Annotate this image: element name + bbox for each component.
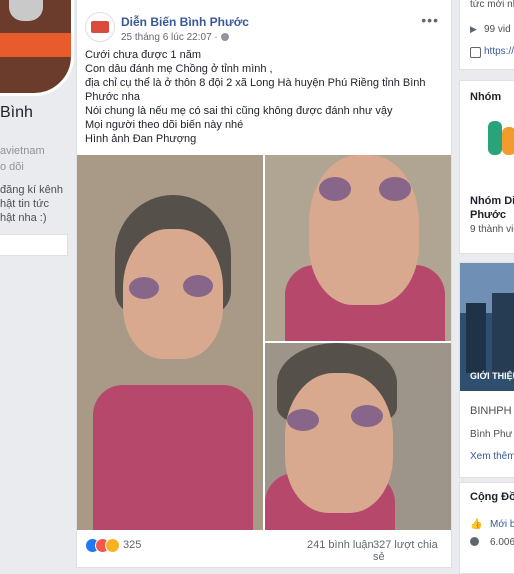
reaction-count[interactable]: 325 bbox=[123, 539, 141, 551]
profile-handle: avietnam bbox=[0, 145, 45, 157]
post-text: Cưới chưa được 1 năm Con dâu đánh mẹ Chồ… bbox=[85, 49, 426, 145]
feed-post: Diễn Biến Bình Phước 25 tháng 6 lúc 22:0… bbox=[76, 0, 452, 568]
city-image[interactable]: GIỚI THIỆU bbox=[460, 263, 514, 391]
page-info-box: tức mới nhấ ▶ 99 vid https:// bbox=[459, 0, 514, 70]
group-members: 9 thành viê bbox=[470, 224, 514, 235]
page-promo-box: GIỚI THIỆU BINHPH Bình Phư Xem thêm bbox=[459, 262, 514, 478]
post-timestamp[interactable]: 25 tháng 6 lúc 22:07 · bbox=[121, 32, 229, 43]
comment-count[interactable]: 241 bình luận bbox=[307, 539, 374, 551]
profile-name[interactable]: Bình bbox=[0, 104, 33, 122]
profile-follow: o dõi bbox=[0, 161, 24, 173]
community-header: Cộng Đồn bbox=[470, 491, 514, 503]
reactions[interactable] bbox=[85, 538, 125, 553]
community-box: Cộng Đồn 👍 Mới b 6.006 bbox=[459, 482, 514, 574]
group-header: Nhóm bbox=[470, 91, 502, 103]
right-column: tức mới nhấ ▶ 99 vid https:// Nhóm Nhóm … bbox=[459, 0, 514, 574]
play-icon: ▶ bbox=[470, 24, 477, 34]
see-more-link[interactable]: Xem thêm bbox=[470, 451, 514, 462]
page-name-link[interactable]: Diễn Biến Bình Phước bbox=[121, 15, 249, 29]
left-search-box[interactable] bbox=[0, 234, 68, 256]
share-count[interactable]: 327 lượt chia sẻ bbox=[373, 539, 443, 563]
website-link[interactable]: https:// bbox=[484, 46, 514, 57]
group-name[interactable]: Nhóm Diễ bbox=[470, 195, 514, 207]
videos-count[interactable]: 99 vid bbox=[484, 24, 511, 35]
promo-page-subtitle: Bình Phư bbox=[470, 429, 513, 440]
like-icon: 👍 bbox=[470, 519, 483, 530]
profile-avatar[interactable] bbox=[0, 0, 74, 96]
profile-about: đăng kí kênh hật tin tức hật nha :) bbox=[0, 184, 63, 224]
left-column: Bình avietnam o dõi đăng kí kênh hật tin… bbox=[0, 0, 74, 567]
page-avatar[interactable] bbox=[85, 12, 115, 42]
post-photo-1[interactable] bbox=[77, 155, 263, 530]
post-header: Diễn Biến Bình Phước 25 tháng 6 lúc 22:0… bbox=[85, 8, 443, 43]
new-link[interactable]: Mới b bbox=[490, 519, 514, 530]
sad-reaction-icon bbox=[105, 538, 120, 553]
promo-page-title[interactable]: BINHPH bbox=[470, 405, 512, 417]
globe-icon bbox=[220, 33, 229, 42]
post-footer: 325 241 bình luận 327 lượt chia sẻ bbox=[85, 534, 443, 563]
link-icon bbox=[470, 47, 481, 58]
post-photo-3[interactable] bbox=[265, 343, 451, 530]
group-box: Nhóm Nhóm Diễ Phước 9 thành viê bbox=[459, 80, 514, 254]
post-photo-2[interactable] bbox=[265, 155, 451, 341]
community-count: 6.006 bbox=[490, 537, 514, 548]
microphone-icon bbox=[9, 0, 43, 21]
more-options-icon[interactable]: ••• bbox=[421, 12, 439, 28]
people-icon bbox=[470, 537, 479, 546]
group-logo[interactable] bbox=[488, 121, 514, 161]
